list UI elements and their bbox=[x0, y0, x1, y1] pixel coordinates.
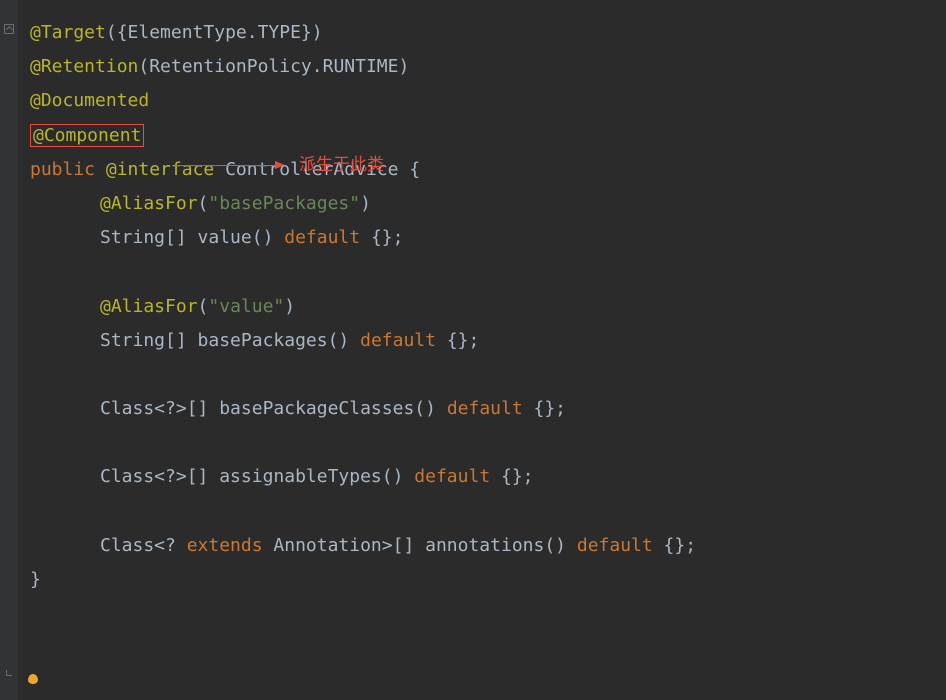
parens: () bbox=[328, 330, 361, 351]
code-text: {}; bbox=[653, 535, 696, 556]
method-name: basePackages bbox=[198, 330, 328, 351]
string-literal: "basePackages" bbox=[208, 193, 360, 214]
keyword: extends bbox=[187, 535, 263, 556]
keyword: default bbox=[447, 398, 523, 419]
annotation-arrow: 派生于此类 bbox=[175, 149, 384, 181]
code-editor[interactable]: @Target({ElementType.TYPE}) @Retention(R… bbox=[30, 16, 696, 597]
arrow-line bbox=[175, 165, 275, 166]
code-text: {}; bbox=[360, 227, 403, 248]
string-literal: "value" bbox=[208, 296, 284, 317]
code-text: (RetentionPolicy.RUNTIME) bbox=[138, 56, 409, 77]
intention-bulb-icon[interactable] bbox=[28, 674, 38, 684]
annotation: @Retention bbox=[30, 56, 138, 77]
paren: ) bbox=[284, 296, 295, 317]
keyword: default bbox=[414, 466, 490, 487]
annotation: @AliasFor bbox=[100, 193, 198, 214]
type: Annotation>[] bbox=[263, 535, 426, 556]
keyword: public bbox=[30, 159, 95, 180]
parens: () bbox=[382, 466, 415, 487]
type: String[] bbox=[100, 227, 198, 248]
editor-gutter bbox=[0, 0, 18, 700]
method-name: assignableTypes bbox=[219, 466, 382, 487]
annotation: @Target bbox=[30, 22, 106, 43]
region-end-icon[interactable] bbox=[6, 670, 12, 676]
annotation-label: 派生于此类 bbox=[299, 149, 384, 181]
method-name: basePackageClasses bbox=[219, 398, 414, 419]
code-text: {}; bbox=[523, 398, 566, 419]
paren: ( bbox=[198, 296, 209, 317]
parens: () bbox=[414, 398, 447, 419]
annotation: @AliasFor bbox=[100, 296, 198, 317]
type: Class<?>[] bbox=[100, 466, 219, 487]
keyword: default bbox=[360, 330, 436, 351]
arrow-head-icon bbox=[275, 161, 285, 169]
keyword: default bbox=[577, 535, 653, 556]
parens: () bbox=[252, 227, 285, 248]
code-text: {}; bbox=[490, 466, 533, 487]
type: Class<? bbox=[100, 535, 187, 556]
code-text: ({ElementType.TYPE}) bbox=[106, 22, 323, 43]
code-text: {}; bbox=[436, 330, 479, 351]
type: String[] bbox=[100, 330, 198, 351]
paren: ) bbox=[360, 193, 371, 214]
method-name: annotations bbox=[425, 535, 544, 556]
brace-close: } bbox=[30, 569, 41, 590]
annotation: @Documented bbox=[30, 90, 149, 111]
collapse-region-icon[interactable] bbox=[4, 24, 14, 34]
paren: ( bbox=[198, 193, 209, 214]
keyword: default bbox=[284, 227, 360, 248]
method-name: value bbox=[198, 227, 252, 248]
type: Class<?>[] bbox=[100, 398, 219, 419]
annotation-boxed: @Component bbox=[30, 124, 144, 147]
parens: () bbox=[544, 535, 577, 556]
